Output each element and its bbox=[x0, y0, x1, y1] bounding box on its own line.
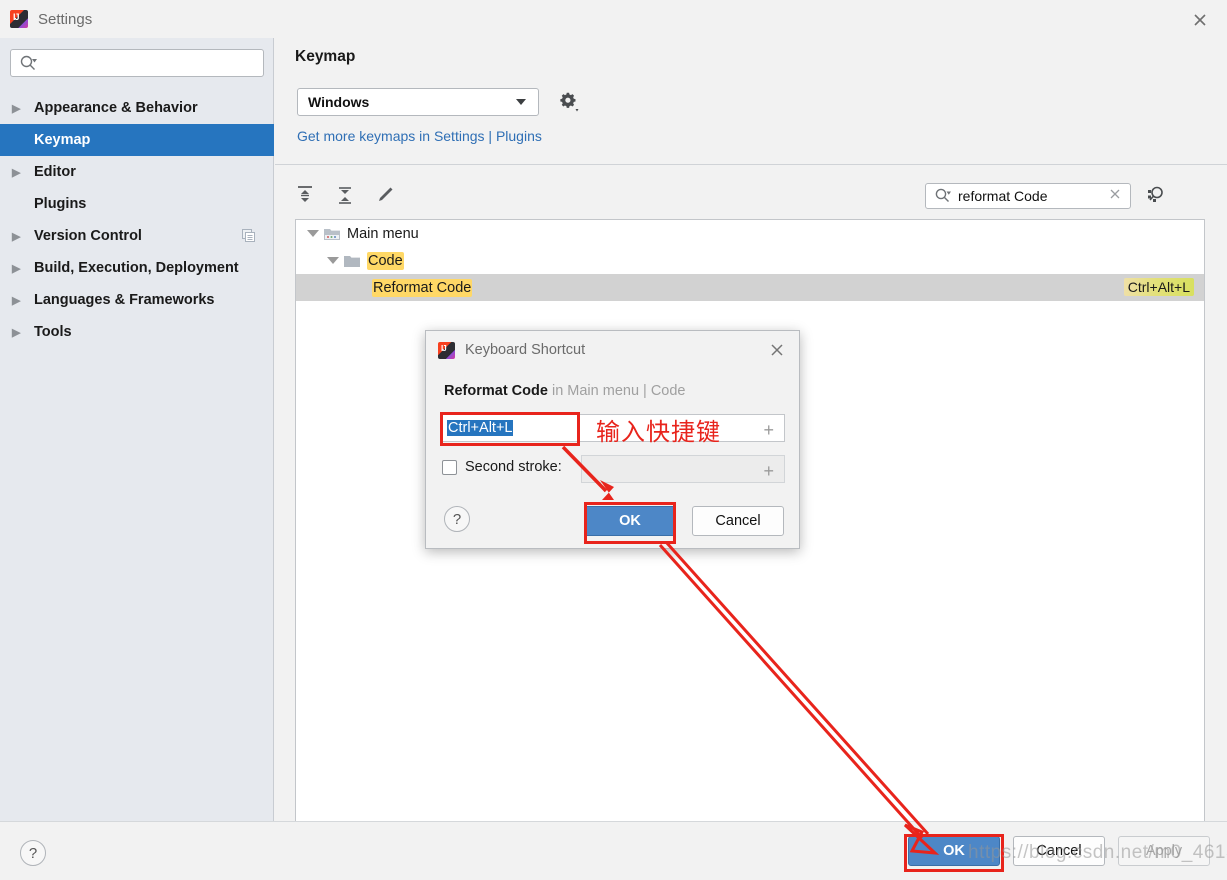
chevron-right-icon: ▶ bbox=[12, 102, 21, 115]
tree-row-label: Code bbox=[367, 251, 404, 270]
window-titlebar: Settings bbox=[0, 0, 1227, 38]
plus-icon: + bbox=[763, 461, 774, 481]
search-icon bbox=[20, 55, 37, 70]
second-stroke-checkbox[interactable] bbox=[442, 459, 457, 475]
sidebar-item-label: Appearance & Behavior bbox=[34, 100, 198, 116]
second-stroke-label: Second stroke: bbox=[465, 459, 562, 475]
first-stroke-input[interactable]: Ctrl+Alt+L + bbox=[442, 414, 785, 442]
dialog-subject-action: Reformat Code bbox=[444, 383, 548, 399]
gear-icon[interactable] bbox=[557, 90, 581, 114]
tree-row[interactable]: Reformat Code Ctrl+Alt+L bbox=[296, 274, 1204, 301]
settings-sidebar: ▶ Appearance & Behavior Keymap ▶ Editor … bbox=[0, 38, 274, 821]
keymap-select-value: Windows bbox=[308, 94, 370, 110]
tree-row-label: Main menu bbox=[347, 225, 419, 242]
chevron-down-icon bbox=[516, 99, 526, 105]
sidebar-item-label: Languages & Frameworks bbox=[34, 292, 215, 308]
tree-row-label: Reformat Code bbox=[372, 278, 473, 297]
apply-button: Apply bbox=[1118, 836, 1210, 866]
keyboard-shortcut-dialog: Keyboard Shortcut Reformat Code in Main … bbox=[425, 330, 800, 549]
close-icon[interactable] bbox=[767, 340, 787, 360]
sidebar-item-tools[interactable]: ▶ Tools bbox=[0, 316, 274, 348]
dialog-titlebar: Keyboard Shortcut bbox=[426, 331, 799, 369]
shortcut-badge: Ctrl+Alt+L bbox=[1123, 278, 1194, 296]
chevron-right-icon: ▶ bbox=[12, 294, 21, 307]
page-title: Keymap bbox=[295, 48, 356, 65]
second-stroke-row: Second stroke: bbox=[442, 459, 562, 475]
sidebar-search-box[interactable] bbox=[10, 49, 264, 77]
sidebar-item-editor[interactable]: ▶ Editor bbox=[0, 156, 274, 188]
search-icon bbox=[935, 188, 951, 202]
second-stroke-input: + bbox=[581, 455, 785, 483]
tree-row[interactable]: Main menu bbox=[296, 220, 1204, 247]
sidebar-item-build-execution-deployment[interactable]: ▶ Build, Execution, Deployment bbox=[0, 252, 274, 284]
find-by-shortcut-icon[interactable] bbox=[1143, 182, 1169, 208]
chevron-right-icon: ▶ bbox=[12, 230, 21, 243]
sidebar-item-label: Plugins bbox=[34, 196, 87, 212]
close-icon[interactable] bbox=[1187, 7, 1213, 33]
dialog-title: Keyboard Shortcut bbox=[465, 342, 586, 358]
plus-icon[interactable]: + bbox=[763, 420, 774, 441]
pencil-edit-icon[interactable] bbox=[373, 183, 397, 207]
folder-icon bbox=[343, 253, 361, 269]
sidebar-item-label: Keymap bbox=[34, 132, 91, 148]
keymap-tree-toolbar bbox=[293, 183, 397, 207]
chevron-right-icon: ▶ bbox=[12, 166, 21, 179]
sidebar-item-label: Editor bbox=[34, 164, 76, 180]
ok-button[interactable]: OK bbox=[908, 836, 1000, 866]
twisty-expanded-icon[interactable] bbox=[306, 227, 319, 240]
tree-row[interactable]: Code bbox=[296, 247, 1204, 274]
sidebar-item-label: Tools bbox=[34, 324, 72, 340]
sidebar-search-input[interactable] bbox=[41, 54, 241, 72]
dialog-subject-context: in Main menu | Code bbox=[547, 383, 686, 399]
sidebar-item-version-control[interactable]: ▶ Version Control bbox=[0, 220, 274, 252]
twisty-expanded-icon[interactable] bbox=[326, 254, 339, 267]
keymap-search-value: reformat Code bbox=[958, 188, 1048, 204]
sidebar-item-list: ▶ Appearance & Behavior Keymap ▶ Editor … bbox=[0, 92, 274, 348]
sidebar-item-keymap[interactable]: Keymap bbox=[0, 124, 274, 156]
keymap-select[interactable]: Windows bbox=[297, 88, 539, 116]
intellij-idea-icon bbox=[438, 341, 455, 359]
intellij-idea-icon bbox=[10, 10, 28, 28]
sidebar-item-appearance-and-behavior[interactable]: ▶ Appearance & Behavior bbox=[0, 92, 274, 124]
copy-icon bbox=[242, 229, 256, 243]
clear-x-icon[interactable] bbox=[1108, 187, 1122, 206]
cancel-button[interactable]: Cancel bbox=[1013, 836, 1105, 866]
main-menu-icon bbox=[323, 226, 341, 242]
dialog-ok-button[interactable]: OK bbox=[584, 506, 676, 536]
help-question-icon[interactable]: ? bbox=[20, 840, 46, 866]
window-title: Settings bbox=[38, 10, 93, 28]
help-question-icon[interactable]: ? bbox=[444, 506, 470, 532]
expand-all-icon[interactable] bbox=[293, 183, 317, 207]
sidebar-item-label: Version Control bbox=[34, 228, 142, 244]
sidebar-item-plugins[interactable]: Plugins bbox=[0, 188, 274, 220]
dialog-subject: Reformat Code in Main menu | Code bbox=[444, 383, 686, 399]
keymap-search-box[interactable]: reformat Code bbox=[925, 183, 1131, 209]
get-more-keymaps-link[interactable]: Get more keymaps in Settings | Plugins bbox=[297, 128, 542, 144]
collapse-all-icon[interactable] bbox=[333, 183, 357, 207]
dialog-cancel-button[interactable]: Cancel bbox=[692, 506, 784, 536]
sidebar-item-label: Build, Execution, Deployment bbox=[34, 260, 239, 276]
first-stroke-value: Ctrl+Alt+L bbox=[447, 420, 514, 436]
sidebar-item-languages-and-frameworks[interactable]: ▶ Languages & Frameworks bbox=[0, 284, 274, 316]
chevron-right-icon: ▶ bbox=[12, 326, 21, 339]
chevron-right-icon: ▶ bbox=[12, 262, 21, 275]
settings-window: Settings ▶ Appearance & Behavior Keymap … bbox=[0, 0, 1227, 880]
section-divider bbox=[275, 164, 1227, 165]
